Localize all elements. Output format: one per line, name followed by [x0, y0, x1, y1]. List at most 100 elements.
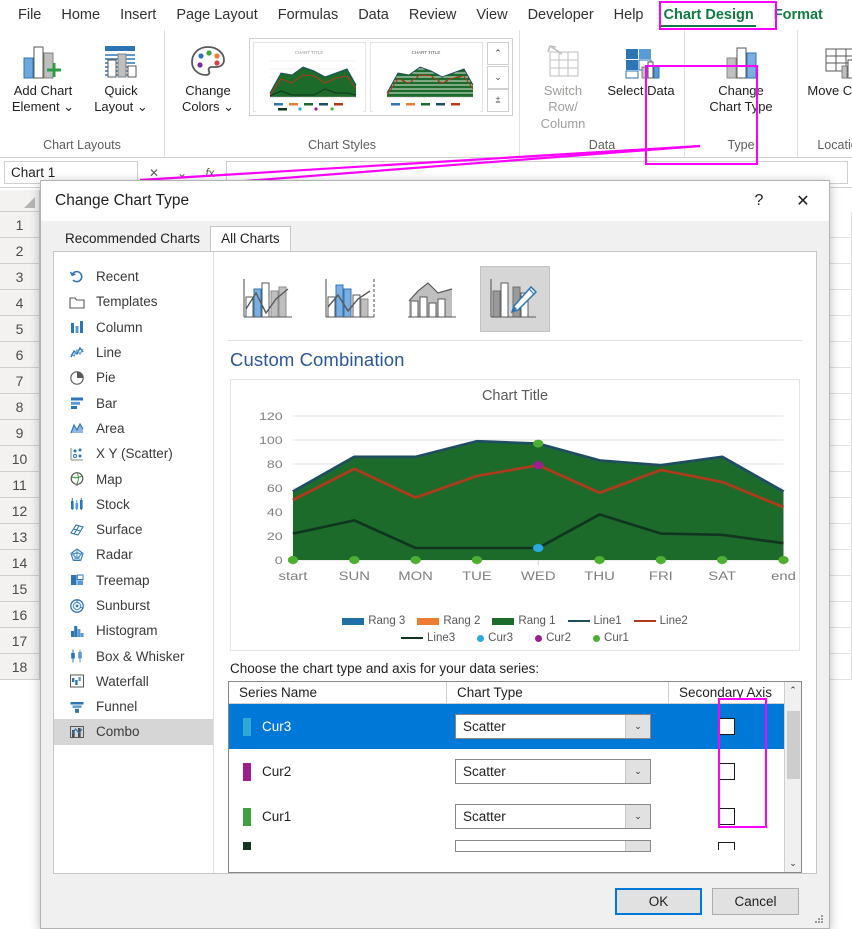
row-header[interactable]: 12	[0, 498, 40, 524]
tab-recommended-charts[interactable]: Recommended Charts	[55, 227, 210, 251]
dialog-title-bar[interactable]: Change Chart Type ? ✕	[41, 181, 829, 221]
chart-styles-scroll[interactable]: ⌃ ⌄ ⩲	[487, 42, 509, 112]
subtype-clustered-column-line[interactable]	[234, 266, 304, 332]
chart-type-map[interactable]: Map	[54, 466, 213, 491]
subtype-stacked-area-clustered-column[interactable]	[398, 266, 468, 332]
secondary-axis-checkbox[interactable]	[718, 808, 735, 825]
change-chart-type-button[interactable]: Change Chart Type	[699, 38, 783, 119]
series-table-scrollbar[interactable]: ⌃ ⌄	[784, 682, 801, 872]
ok-button[interactable]: OK	[615, 888, 702, 915]
chart-type-dropdown[interactable]: Scatter ⌄	[455, 804, 651, 829]
legend-item-rang-1: Rang 1	[492, 615, 555, 627]
row-header[interactable]: 17	[0, 628, 40, 654]
quick-layout-button[interactable]: Quick Layout ⌄	[84, 38, 158, 119]
chart-type-label: Map	[96, 472, 122, 487]
series-table-header: Series Name Chart Type Secondary Axis	[229, 682, 784, 704]
row-header[interactable]: 8	[0, 394, 40, 420]
chart-type-radar[interactable]: Radar	[54, 542, 213, 567]
chart-type-templates[interactable]: Templates	[54, 289, 213, 314]
chart-type-stock[interactable]: Stock	[54, 492, 213, 517]
ribbon-tab-insert[interactable]: Insert	[110, 4, 166, 26]
ribbon-tab-review[interactable]: Review	[399, 4, 467, 26]
row-header[interactable]: 9	[0, 420, 40, 446]
chart-type-pie[interactable]: Pie	[54, 365, 213, 390]
series-name-cell	[229, 842, 447, 850]
question-mark-icon[interactable]: ?	[737, 183, 781, 219]
row-header[interactable]: 7	[0, 368, 40, 394]
secondary-axis-checkbox[interactable]	[718, 842, 735, 850]
gallery-expand-icon[interactable]: ⩲	[487, 89, 509, 112]
chart-type-scatter[interactable]: X Y (Scatter)	[54, 441, 213, 466]
chevron-down-icon[interactable]: ⌄	[625, 715, 650, 738]
chart-type-dropdown[interactable]	[455, 840, 651, 852]
subtype-custom-combination[interactable]	[480, 266, 550, 332]
secondary-axis-checkbox[interactable]	[718, 763, 735, 780]
chart-type-column[interactable]: Column	[54, 315, 213, 340]
move-chart-button[interactable]: Move Chart	[804, 38, 852, 102]
chart-type-box-whisker[interactable]: Box & Whisker	[54, 643, 213, 668]
ribbon-tab-view[interactable]: View	[466, 4, 517, 26]
row-header[interactable]: 14	[0, 550, 40, 576]
chart-type-treemap[interactable]: Treemap	[54, 568, 213, 593]
row-header[interactable]: 4	[0, 290, 40, 316]
chevron-down-icon[interactable]: ⌄	[785, 855, 802, 872]
chart-type-surface[interactable]: Surface	[54, 517, 213, 542]
chart-styles-gallery[interactable]: CHART TITLE	[249, 38, 513, 116]
row-header[interactable]: 2	[0, 238, 40, 264]
row-header[interactable]: 15	[0, 576, 40, 602]
chart-type-dropdown[interactable]: Scatter ⌄	[455, 759, 651, 784]
close-icon[interactable]: ✕	[781, 183, 825, 219]
ribbon-tab-page-layout[interactable]: Page Layout	[166, 4, 267, 26]
chart-type-recent[interactable]: Recent	[54, 264, 213, 289]
add-chart-element-button[interactable]: Add Chart Element ⌄	[6, 38, 80, 119]
series-row-partial[interactable]	[229, 839, 784, 853]
chart-type-histogram[interactable]: Histogram	[54, 618, 213, 643]
ribbon-tab-format[interactable]: Format	[764, 4, 833, 26]
chart-type-bar[interactable]: Bar	[54, 390, 213, 415]
chart-style-thumb-2[interactable]: CHART TITLE	[370, 42, 483, 112]
chart-type-combo[interactable]: Combo	[54, 719, 213, 744]
cancel-button[interactable]: Cancel	[712, 888, 799, 915]
series-row-cur1[interactable]: Cur1 Scatter ⌄	[229, 794, 784, 839]
chevron-down-icon[interactable]	[625, 841, 650, 851]
row-header[interactable]: 6	[0, 342, 40, 368]
row-header[interactable]: 10	[0, 446, 40, 472]
tab-all-charts[interactable]: All Charts	[210, 226, 291, 251]
row-header[interactable]: 5	[0, 316, 40, 342]
chart-type-sunburst[interactable]: Sunburst	[54, 593, 213, 618]
legend-item-line2: Line2	[634, 615, 688, 627]
select-data-button[interactable]: Select Data	[604, 38, 678, 102]
row-header[interactable]: 3	[0, 264, 40, 290]
chart-type-dropdown[interactable]: Scatter ⌄	[455, 714, 651, 739]
ribbon-tab-help[interactable]: Help	[604, 4, 654, 26]
series-row-cur3[interactable]: Cur3 Scatter ⌄	[229, 704, 784, 749]
ribbon-tab-home[interactable]: Home	[51, 4, 110, 26]
select-all-corner[interactable]	[0, 190, 40, 212]
chevron-up-icon[interactable]: ⌃	[785, 682, 802, 699]
row-header[interactable]: 18	[0, 654, 40, 680]
ribbon-tab-formulas[interactable]: Formulas	[268, 4, 348, 26]
scrollbar-thumb[interactable]	[787, 711, 800, 779]
chevron-down-icon[interactable]: ⌄	[625, 805, 650, 828]
ribbon-tab-chart-design[interactable]: Chart Design	[653, 4, 763, 26]
ribbon-tab-developer[interactable]: Developer	[518, 4, 604, 26]
chevron-down-icon[interactable]: ⌄	[625, 760, 650, 783]
chart-type-waterfall[interactable]: Waterfall	[54, 669, 213, 694]
gallery-scroll-down-icon[interactable]: ⌄	[487, 66, 509, 89]
subtype-clustered-column-line-secondary-axis[interactable]	[316, 266, 386, 332]
series-row-cur2[interactable]: Cur2 Scatter ⌄	[229, 749, 784, 794]
chart-type-funnel[interactable]: Funnel	[54, 694, 213, 719]
ribbon-tab-file[interactable]: File	[8, 4, 51, 26]
secondary-axis-checkbox[interactable]	[718, 718, 735, 735]
row-header[interactable]: 16	[0, 602, 40, 628]
chart-style-thumb-1[interactable]: CHART TITLE	[253, 42, 366, 112]
row-header[interactable]: 13	[0, 524, 40, 550]
gallery-scroll-up-icon[interactable]: ⌃	[487, 42, 509, 65]
row-header[interactable]: 1	[0, 212, 40, 238]
chart-type-line[interactable]: Line	[54, 340, 213, 365]
row-header[interactable]: 11	[0, 472, 40, 498]
ribbon-tab-data[interactable]: Data	[348, 4, 399, 26]
change-colors-button[interactable]: Change Colors ⌄	[171, 38, 245, 119]
resize-grip-icon[interactable]	[813, 913, 825, 925]
chart-type-area[interactable]: Area	[54, 416, 213, 441]
